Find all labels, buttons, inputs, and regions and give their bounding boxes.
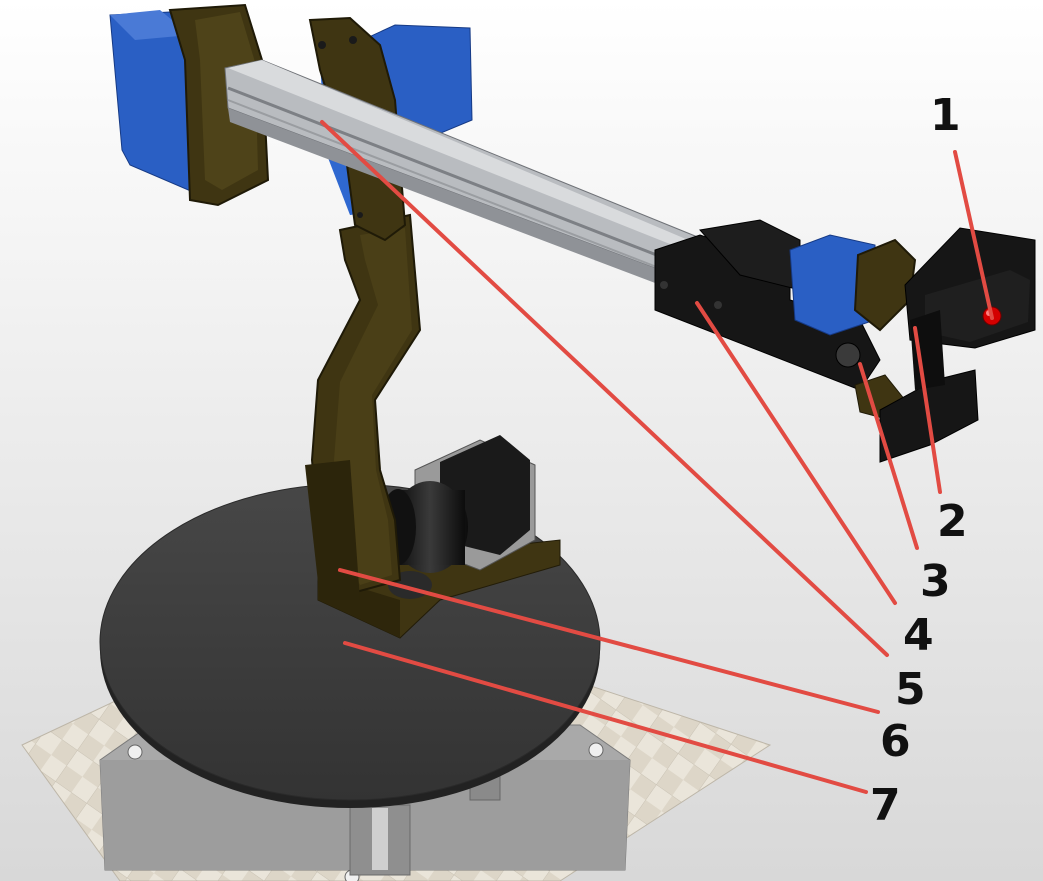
callout-label-2: 2 <box>937 496 968 547</box>
robot-arm-diagram: 1 2 3 4 5 6 7 <box>0 0 1043 881</box>
diagram-canvas: 1 2 3 4 5 6 7 <box>0 0 1043 881</box>
callout-label-7: 7 <box>870 780 901 831</box>
callout-label-1: 1 <box>930 90 961 141</box>
callout-label-6: 6 <box>880 716 911 767</box>
callout-label-3: 3 <box>920 556 951 607</box>
callout-label-4: 4 <box>903 610 934 661</box>
callout-label-5: 5 <box>895 664 926 715</box>
